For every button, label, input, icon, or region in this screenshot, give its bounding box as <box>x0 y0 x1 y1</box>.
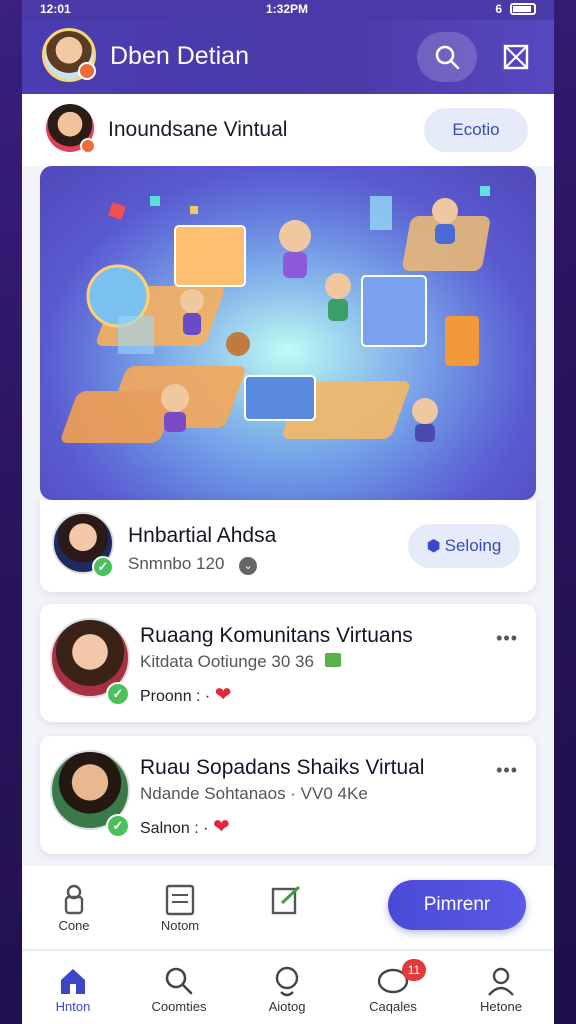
room-name: Inoundsane Vintual <box>108 118 288 141</box>
heart-icon[interactable]: ❤ <box>215 684 232 706</box>
action-cone-label: Cone <box>58 918 90 933</box>
search-icon <box>134 963 224 999</box>
profile-icon <box>456 963 546 999</box>
list-item[interactable]: ✓ Ruau Sopadans Shaiks Virtual Ndande So… <box>40 736 536 854</box>
card-subtitle: Kitdata Ootiunge 30 36 <box>140 652 341 672</box>
nav-profile-label: Hetone <box>480 999 522 1014</box>
gift-icon <box>324 653 341 667</box>
edit-icon <box>246 882 326 918</box>
status-right: 6 <box>495 2 536 16</box>
setting-label: Seloing <box>444 536 502 555</box>
card-meta: Salnon : · ❤ <box>140 814 230 839</box>
home-icon <box>28 963 118 999</box>
virtual-room-banner[interactable] <box>40 166 536 500</box>
card-subtitle-text: Kitdata Ootiunge 30 36 <box>140 652 314 671</box>
verified-check-icon: ✓ <box>106 814 130 838</box>
nav-communities[interactable]: Coomties <box>134 963 224 1014</box>
room-card[interactable]: ✓ Hnbartial Ahdsa Snmnbo 120 ⌄ ⬢ Seloing <box>40 500 536 592</box>
nav-chats-label: Caqales <box>369 999 417 1014</box>
notes-icon <box>140 882 220 918</box>
card-subtitle: Ndande Sohtanaos · VV0 4Ke <box>140 784 368 803</box>
status-left: 12:01 <box>40 2 71 16</box>
user-avatar[interactable] <box>42 28 96 82</box>
card-meta-text: Salnon : · <box>140 820 209 837</box>
chat-icon: 11 <box>348 959 438 999</box>
banner-illustration <box>40 166 536 500</box>
nav-home-label: Hnton <box>55 999 91 1014</box>
nav-chats[interactable]: 11 Caqales <box>348 959 438 1014</box>
search-icon <box>435 45 460 70</box>
chef-icon <box>34 882 114 918</box>
room-header-row: Inoundsane Vintual Ecotio <box>22 94 554 166</box>
location-pin-icon: ⬢ <box>426 538 441 555</box>
more-options-icon[interactable]: ••• <box>496 760 518 781</box>
heart-icon[interactable]: ❤ <box>213 816 230 838</box>
action-cone[interactable]: Cone <box>34 882 114 933</box>
status-time: 1:32PM <box>266 2 309 16</box>
page-title: Dben Detian <box>110 42 249 70</box>
app-header: Dben Detian <box>22 20 554 94</box>
battery-icon <box>510 3 536 15</box>
room-action-button[interactable]: Ecotio <box>424 108 528 152</box>
action-notom-label: Notom <box>160 918 200 933</box>
setting-button[interactable]: ⬢ Seloing <box>408 524 520 568</box>
status-bar: 12:01 1:32PM 6 <box>22 0 554 20</box>
card-title: Ruaang Komunitans Virtuans <box>140 624 413 647</box>
search-button[interactable] <box>417 32 477 82</box>
verified-check-icon: ✓ <box>106 682 130 706</box>
nav-location-label: Aiotog <box>268 999 306 1014</box>
app-screen: 12:01 1:32PM 6 Dben Detian Inoundsane Vi… <box>22 0 554 1024</box>
card-title: Hnbartial Ahdsa <box>128 524 277 547</box>
status-dot <box>80 138 96 154</box>
chat-badge: 11 <box>402 959 426 981</box>
room-action-label: Ecotio <box>452 120 500 139</box>
online-check-icon: ✓ <box>92 556 114 578</box>
nav-profile[interactable]: Hetone <box>456 963 546 1014</box>
primary-action-button[interactable]: Pimrenr <box>388 880 526 930</box>
notification-dot <box>78 62 96 80</box>
status-right-text: 6 <box>495 2 502 16</box>
chevron-down-icon[interactable]: ⌄ <box>239 557 258 575</box>
more-options-icon[interactable]: ••• <box>496 628 518 649</box>
compose-button[interactable] <box>498 36 534 76</box>
action-notom[interactable]: Notom <box>140 882 220 933</box>
action-bar: Cone Notom Pimrenr <box>22 866 554 948</box>
bottom-nav: Hnton Coomties Aiotog 11 Caqales Hetone <box>22 950 554 1024</box>
card-subtitle: Snmnbo 120 ⌄ <box>128 554 258 575</box>
card-title: Ruau Sopadans Shaiks Virtual <box>140 756 425 779</box>
nav-communities-label: Coomties <box>151 999 207 1014</box>
list-item[interactable]: ✓ Ruaang Komunitans Virtuans Kitdata Oot… <box>40 604 536 722</box>
location-icon <box>242 963 332 999</box>
action-edit[interactable] <box>246 882 326 918</box>
card-meta-text: Proonn : · <box>140 688 211 705</box>
compose-icon <box>503 44 529 70</box>
nav-home[interactable]: Hnton <box>28 963 118 1014</box>
nav-location[interactable]: Aiotog <box>242 963 332 1014</box>
card-subtitle-text: Snmnbo 120 <box>128 554 225 573</box>
host-avatar[interactable] <box>46 104 96 154</box>
primary-action-label: Pimrenr <box>423 894 491 915</box>
card-meta: Proonn : · ❤ <box>140 682 231 707</box>
